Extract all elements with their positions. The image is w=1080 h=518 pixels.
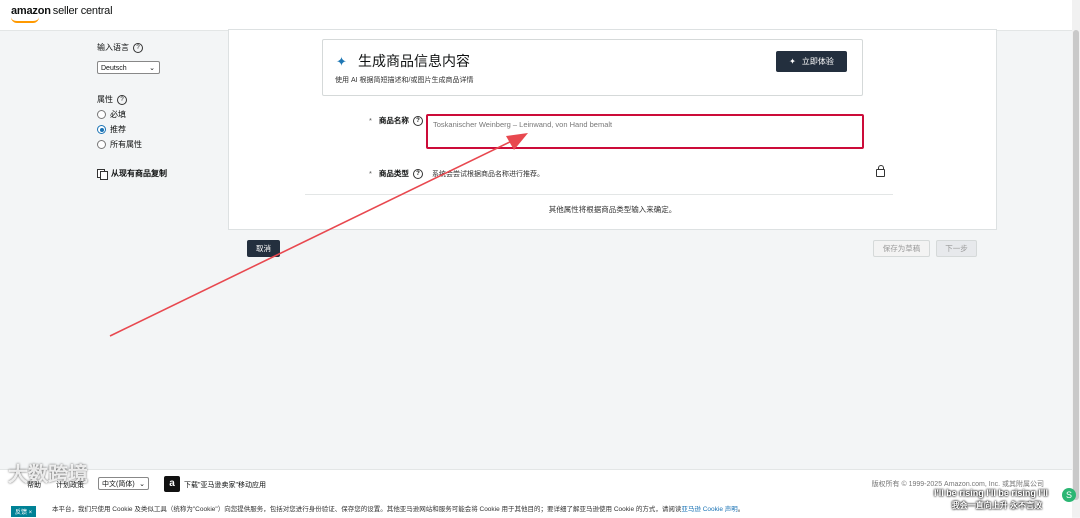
sidebar: 输入语言 ? Deutsch ⌄ 属性 ? 必填 推荐 所有属性 从现有商品复制 (97, 42, 217, 180)
product-name-input[interactable]: Toskanischer Weinberg – Leinwand, von Ha… (426, 114, 864, 149)
chevron-down-icon: ⌄ (149, 65, 155, 72)
ai-description: 使用 AI 根据简短描述和/或图片生成商品详情 (335, 77, 474, 84)
input-language-label: 输入语言 (97, 43, 129, 52)
footer-language-value: 中文(简体) (102, 481, 135, 488)
lyric-line-1: I'll be rising I'll be rising I'll (934, 488, 1048, 498)
radio-button-selected[interactable] (97, 125, 106, 134)
radio-all-label: 所有属性 (110, 140, 142, 149)
radio-required-label: 必填 (110, 110, 126, 119)
footer-help-link[interactable]: 帮助 (27, 480, 41, 490)
help-icon[interactable]: ? (412, 115, 423, 126)
required-asterisk: * (369, 116, 372, 125)
next-button[interactable]: 下一步 (936, 240, 977, 257)
copy-icon (97, 169, 108, 180)
product-type-label: 商品类型 (378, 169, 409, 178)
product-type-note: 系统会尝试根据商品名称进行推荐。 (432, 171, 544, 178)
radio-button[interactable] (97, 110, 106, 119)
input-language-row: 输入语言 ? (97, 42, 217, 53)
amazon-smile-icon (11, 17, 39, 23)
copy-label: 从现有商品复制 (111, 169, 167, 178)
cookie-text: 本平台，我们只使用 Cookie 及类似工具（统称为"Cookie"）向您提供服… (52, 506, 682, 513)
sparkle-icon: ✦ (336, 54, 347, 69)
language-select[interactable]: Deutsch ⌄ (97, 61, 160, 74)
radio-recommended-label: 推荐 (110, 125, 126, 134)
footer: 大数跨境 帮助 计划政策 中文(简体) ⌄ a 下载"亚马逊卖家"移动应用 版权… (0, 464, 1076, 518)
language-select-value: Deutsch (101, 65, 127, 72)
feedback-label: 反馈 (15, 510, 28, 516)
try-now-label: 立即体验 (801, 57, 834, 66)
brand-sub: seller central (52, 5, 113, 17)
attributes-label: 属性 (97, 95, 113, 104)
try-now-button[interactable]: ✦ 立即体验 (776, 51, 847, 72)
listing-form-card: ✦ 生成商品信息内容 使用 AI 根据简短描述和/或图片生成商品详情 ✦ 立即体… (228, 29, 997, 230)
sparkle-icon: ✦ (789, 57, 796, 66)
download-app-link[interactable]: 下载"亚马逊卖家"移动应用 (184, 480, 266, 490)
chevron-down-icon: ⌄ (139, 481, 145, 488)
help-icon[interactable]: ? (133, 42, 143, 53)
top-bar: amazon seller central (0, 0, 1080, 31)
help-icon[interactable]: ? (117, 94, 127, 105)
radio-all-attributes[interactable]: 所有属性 (97, 139, 217, 150)
divider (305, 194, 893, 195)
other-attributes-note: 其他属性将根据商品类型输入来确定。 (548, 205, 677, 214)
ai-generate-panel: ✦ 生成商品信息内容 使用 AI 根据简短描述和/或图片生成商品详情 ✦ 立即体… (322, 39, 863, 96)
page-scrollbar[interactable] (1072, 0, 1080, 517)
amazon-app-icon[interactable]: a (164, 476, 180, 492)
radio-recommended[interactable]: 推荐 (97, 124, 217, 135)
ai-title: 生成商品信息内容 (358, 53, 470, 69)
save-draft-button[interactable]: 保存为草稿 (873, 240, 930, 257)
product-name-value: Toskanischer Weinberg – Leinwand, von Ha… (433, 120, 613, 129)
cancel-button[interactable]: 取消 (247, 240, 280, 257)
cookie-notice: 本平台，我们只使用 Cookie 及类似工具（统称为"Cookie"）向您提供服… (0, 503, 1072, 516)
product-type-label-row: * 商品类型 ? (369, 168, 423, 179)
radio-required[interactable]: 必填 (97, 109, 217, 120)
scrollbar-thumb[interactable] (1073, 30, 1079, 500)
radio-button[interactable] (97, 140, 106, 149)
footer-policy-link[interactable]: 计划政策 (56, 480, 84, 490)
cookie-statement-link[interactable]: 亚马逊 Cookie 声明 (681, 506, 737, 513)
lock-icon (876, 165, 885, 177)
footer-language-select[interactable]: 中文(简体) ⌄ (98, 477, 149, 490)
copy-from-existing-link[interactable]: 从现有商品复制 (97, 168, 217, 180)
product-name-label: 商品名称 (378, 116, 409, 125)
assistant-icon[interactable]: S (1062, 488, 1076, 502)
amazon-seller-central-logo[interactable]: amazon seller central (11, 5, 113, 17)
required-asterisk: * (369, 169, 372, 178)
product-name-label-row: * 商品名称 ? (369, 115, 423, 126)
attributes-row: 属性 ? (97, 94, 217, 105)
cookie-end: 。 (737, 506, 745, 513)
feedback-tab[interactable]: 反馈 × (11, 506, 37, 517)
brand-name: amazon (11, 5, 51, 17)
help-icon[interactable]: ? (412, 168, 423, 179)
